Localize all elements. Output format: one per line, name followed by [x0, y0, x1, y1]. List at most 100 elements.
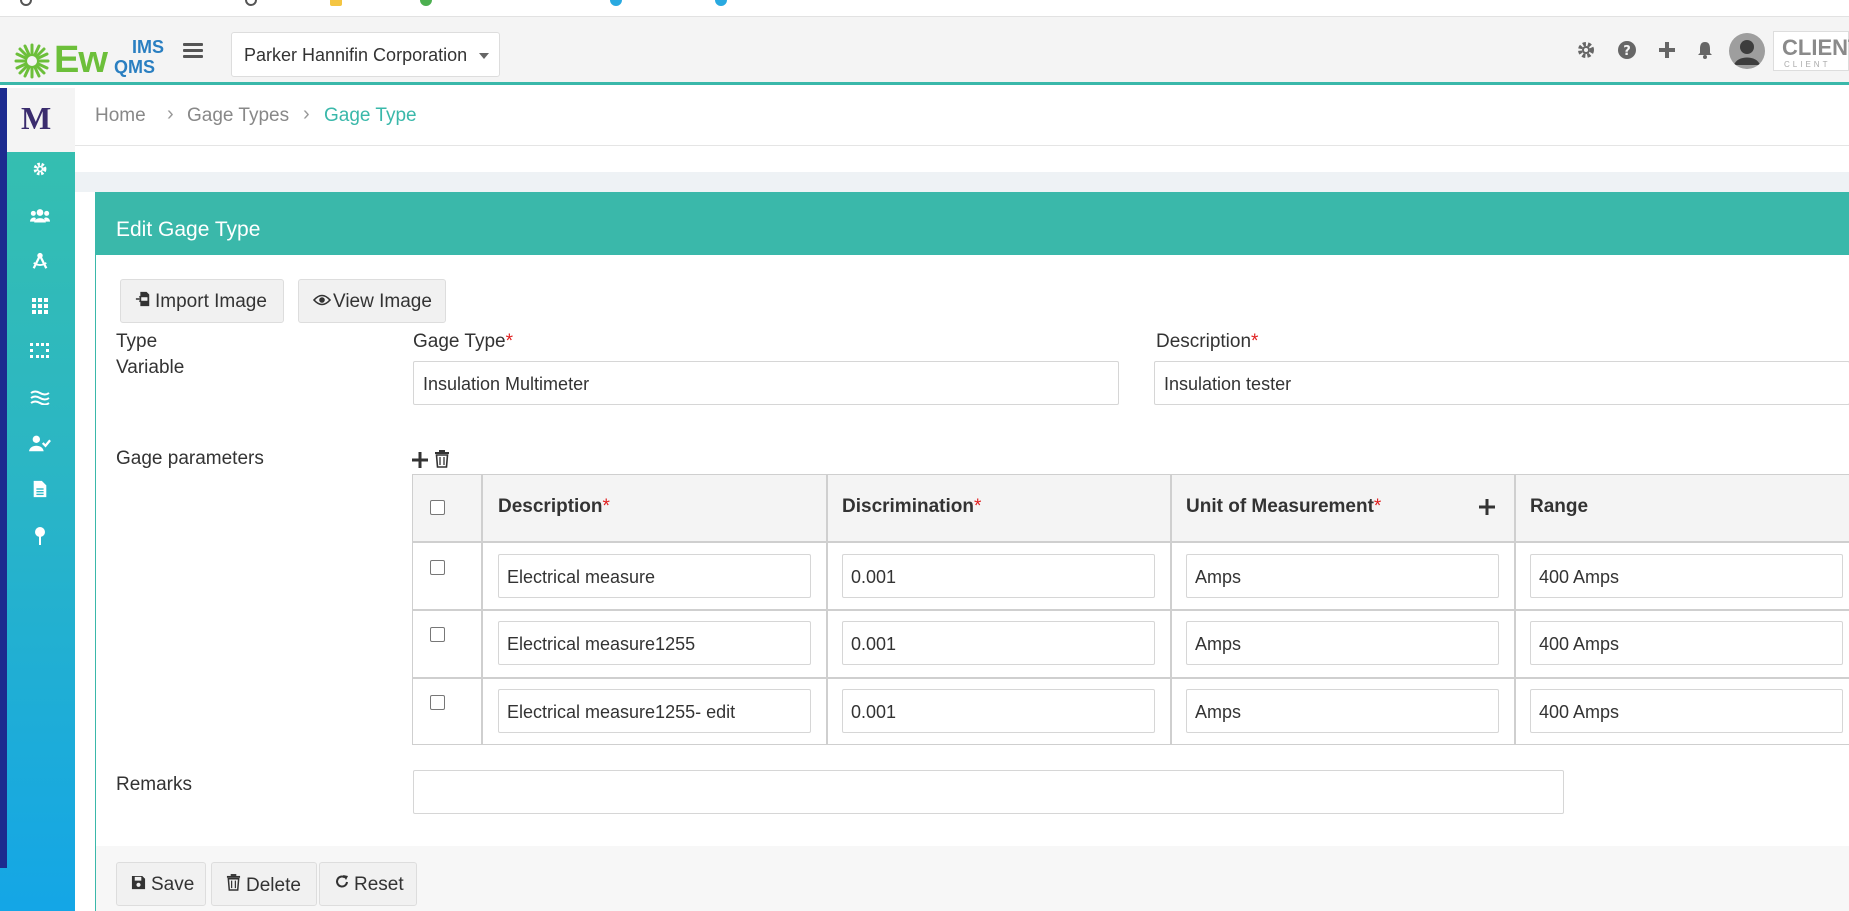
reset-label: Reset — [354, 874, 404, 895]
gear-icon[interactable] — [1575, 40, 1597, 62]
company-select[interactable]: Parker Hannifin Corporation — [231, 32, 500, 77]
eye-icon — [312, 293, 333, 312]
row-description-input[interactable]: Electrical measure — [498, 554, 811, 598]
bookmark-icon[interactable] — [715, 0, 727, 6]
view-image-button[interactable]: View Image — [298, 279, 446, 323]
gage-type-input-value: Insulation Multimeter — [423, 374, 590, 394]
logo-ims-text: IMS — [132, 37, 165, 57]
add-parameter-icon[interactable] — [412, 451, 428, 471]
row-divider — [413, 677, 1849, 679]
row-description-input[interactable]: Electrical measure1255- edit — [498, 689, 811, 733]
grid-icon[interactable] — [28, 297, 52, 321]
compass-icon[interactable] — [28, 252, 52, 276]
select-all-checkbox[interactable] — [430, 500, 445, 515]
client-logo-subtext: CLIENT — [1784, 60, 1831, 69]
sidebar-logo-text: M — [21, 100, 52, 136]
column-header-unit: Unit of Measurement* — [1186, 496, 1381, 518]
menu-toggle-icon[interactable] — [183, 43, 203, 59]
document-icon[interactable] — [28, 480, 52, 504]
row-description-value: Electrical measure1255- edit — [507, 702, 736, 722]
description-label-text: Description — [1156, 331, 1252, 352]
row-discrimination-input[interactable]: 0.001 — [842, 621, 1155, 665]
bookmark-icon[interactable] — [420, 0, 432, 6]
row-description-value: Electrical measure — [507, 567, 656, 587]
row-range-value: 400 Amps — [1539, 634, 1620, 654]
card-title: Edit Gage Type — [96, 192, 1849, 255]
redo-icon — [334, 874, 354, 895]
row-unit-input[interactable]: Amps — [1186, 689, 1499, 733]
remarks-input[interactable] — [413, 770, 1564, 814]
delete-label: Delete — [246, 875, 301, 896]
trash-icon[interactable] — [434, 450, 450, 471]
row-unit-input[interactable]: Amps — [1186, 554, 1499, 598]
gear-icon[interactable] — [28, 160, 52, 184]
bookmark-icon[interactable] — [20, 0, 32, 6]
breadcrumb-gage-types[interactable]: Gage Types — [187, 105, 289, 127]
save-button[interactable]: Save — [116, 862, 206, 906]
table-header — [413, 475, 1849, 543]
view-image-label: View Image — [333, 291, 432, 312]
save-label: Save — [151, 874, 195, 895]
folder-icon[interactable] — [330, 0, 342, 6]
row-checkbox[interactable] — [430, 560, 445, 575]
bookmark-icon[interactable] — [245, 0, 257, 6]
question-icon[interactable]: ? — [1616, 40, 1638, 62]
row-discrimination-value: 0.001 — [851, 634, 897, 654]
gage-type-input[interactable]: Insulation Multimeter — [413, 361, 1119, 405]
import-image-label: Import Image — [155, 291, 267, 312]
add-unit-icon[interactable] — [1479, 498, 1495, 518]
bookmark-icon[interactable] — [610, 0, 622, 6]
description-input-value: Insulation tester — [1164, 374, 1292, 394]
remarks-label: Remarks — [116, 774, 193, 795]
content-divider — [75, 172, 1849, 192]
sidebar-edge — [0, 88, 7, 868]
row-checkbox[interactable] — [430, 695, 445, 710]
dots-grid-icon[interactable] — [28, 342, 52, 366]
row-checkbox[interactable] — [430, 627, 445, 642]
import-image-button[interactable]: Import Image — [120, 279, 284, 323]
column-header-description: Description* — [498, 496, 610, 518]
row-divider — [413, 609, 1849, 611]
column-header-range: Range — [1530, 496, 1589, 517]
row-discrimination-value: 0.001 — [851, 702, 897, 722]
required-mark: * — [1373, 496, 1382, 517]
user-avatar[interactable] — [1729, 33, 1765, 69]
top-header: Ew IMS QMS Parker Hannifin Corporation ?… — [0, 17, 1849, 85]
row-unit-value: Amps — [1195, 567, 1242, 587]
row-description-input[interactable]: Electrical measure1255 — [498, 621, 811, 665]
waves-icon[interactable] — [28, 388, 52, 412]
breadcrumb-gage-type: Gage Type — [324, 105, 417, 126]
row-discrimination-input[interactable]: 0.001 — [842, 554, 1155, 598]
row-discrimination-input[interactable]: 0.001 — [842, 689, 1155, 733]
gage-parameters-label: Gage parameters — [116, 448, 264, 469]
breadcrumb-home[interactable]: Home — [95, 105, 146, 127]
file-import-icon — [135, 291, 155, 312]
trash-icon — [226, 874, 246, 896]
user-check-icon[interactable] — [28, 434, 52, 458]
logo-qms-text: QMS — [114, 57, 156, 77]
row-range-input[interactable]: 400 Amps — [1530, 621, 1843, 665]
required-mark: * — [973, 496, 982, 517]
reset-button[interactable]: Reset — [319, 862, 417, 906]
users-icon[interactable] — [28, 206, 52, 230]
delete-button[interactable]: Delete — [211, 862, 317, 906]
gage-parameters-table: Description* Discrimination* Unit of Mea… — [412, 474, 1849, 745]
bell-icon[interactable] — [1694, 40, 1716, 62]
description-label: Description* — [1156, 331, 1258, 353]
description-input[interactable]: Insulation tester — [1154, 361, 1849, 405]
save-icon — [131, 875, 151, 895]
pin-icon[interactable] — [28, 526, 52, 550]
column-header-discrimination: Discrimination* — [842, 496, 981, 518]
row-range-value: 400 Amps — [1539, 567, 1620, 587]
column-header-unit-text: Unit of Measurement — [1186, 496, 1374, 517]
required-mark: * — [1251, 331, 1259, 352]
type-value: Variable — [116, 357, 185, 378]
row-range-input[interactable]: 400 Amps — [1530, 689, 1843, 733]
ewqms-logo[interactable]: Ew IMS QMS — [14, 29, 165, 81]
row-range-input[interactable]: 400 Amps — [1530, 554, 1843, 598]
type-label: Type — [116, 331, 158, 352]
browser-bookmarks-bar — [0, 0, 1849, 17]
row-unit-input[interactable]: Amps — [1186, 621, 1499, 665]
sidebar-logo[interactable]: M — [7, 88, 75, 152]
plus-icon[interactable] — [1656, 40, 1678, 62]
